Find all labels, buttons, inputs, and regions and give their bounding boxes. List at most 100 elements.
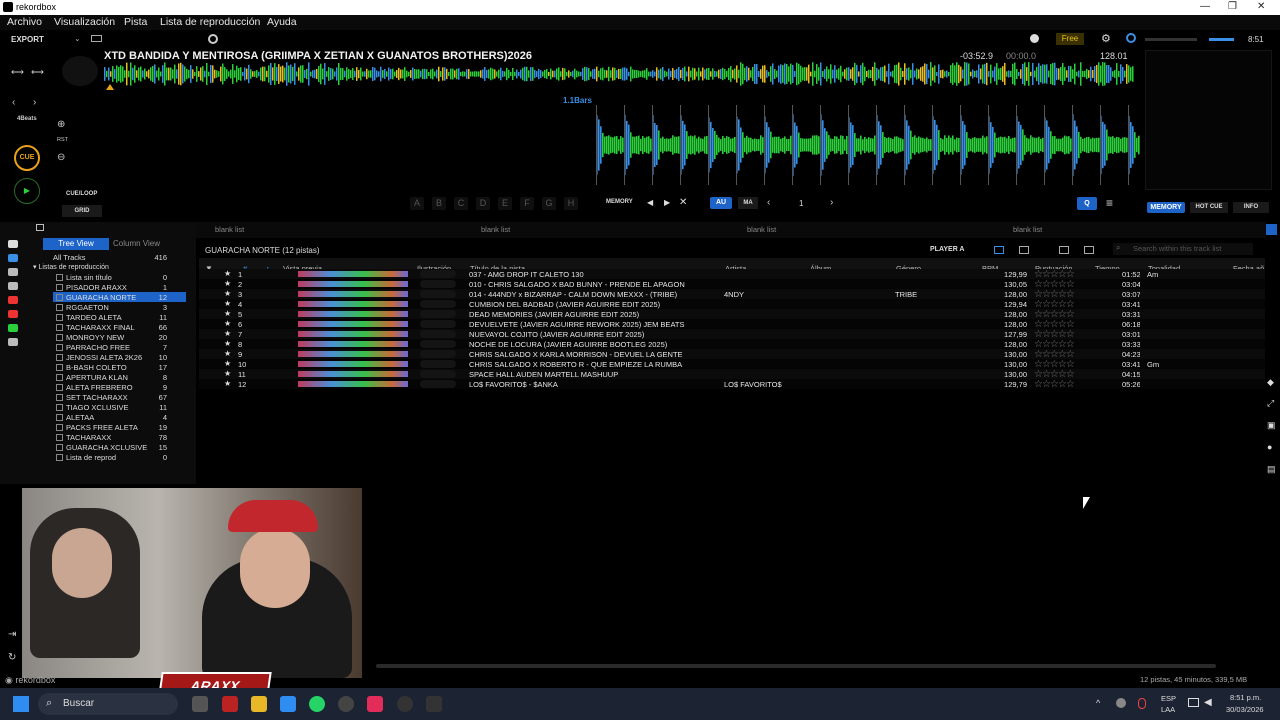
rekordbox-taskbar-icon[interactable] <box>222 696 238 712</box>
expand-right-icon[interactable]: ⟷ <box>31 67 44 78</box>
waveform-preview[interactable] <box>298 271 408 277</box>
playlist-item[interactable]: B-BASH COLETO <box>66 363 127 372</box>
grid-button[interactable]: GRID <box>62 205 102 217</box>
export-icon[interactable]: ⇥ <box>8 629 16 640</box>
overview-waveform[interactable] <box>104 60 1134 88</box>
tab-blank-list-2[interactable]: blank list <box>481 225 510 234</box>
network-icon[interactable] <box>1188 698 1199 707</box>
hot-cue-pad-d[interactable]: D <box>476 197 490 210</box>
star-icon[interactable]: ★ <box>224 279 231 288</box>
rating-stars[interactable]: ☆☆☆☆☆ <box>1034 329 1075 339</box>
rating-stars[interactable]: ☆☆☆☆☆ <box>1034 369 1075 379</box>
waveform-preview[interactable] <box>298 321 408 327</box>
folder-icon[interactable]: ▣ <box>1267 420 1276 431</box>
playlist-item[interactable]: GUARACHA NORTE <box>66 293 136 302</box>
playlist-item[interactable]: TACHARAXX FINAL <box>66 323 135 332</box>
column-view-tab[interactable]: Column View <box>113 238 175 250</box>
rating-stars[interactable]: ☆☆☆☆☆ <box>1034 279 1075 289</box>
quantize-icon[interactable]: Q <box>1077 197 1097 210</box>
gear-icon[interactable]: ⚙ <box>1101 32 1111 45</box>
playlist-item[interactable]: GUARACHA XCLUSIVE <box>66 443 147 452</box>
zoomed-waveform[interactable] <box>596 105 1140 185</box>
refresh-icon[interactable]: ↻ <box>8 652 16 663</box>
page-next-icon[interactable]: › <box>830 197 833 208</box>
tray-app-icon[interactable] <box>1116 698 1126 708</box>
language-indicator[interactable]: ESP <box>1161 694 1176 703</box>
microphone-icon[interactable] <box>1138 698 1146 709</box>
playlist-item[interactable]: PACKS FREE ALETA <box>66 423 138 432</box>
memory-delete-icon[interactable]: ✕ <box>679 197 687 208</box>
tiktok-icon[interactable] <box>367 696 383 712</box>
star-icon[interactable]: ★ <box>224 319 231 328</box>
star-icon[interactable]: ★ <box>224 289 231 298</box>
record-icon[interactable] <box>208 34 218 44</box>
subpanel-icon[interactable]: ▤ <box>1267 464 1276 475</box>
tree-toggle-icon[interactable] <box>36 224 44 231</box>
playlist-icon[interactable] <box>8 254 18 262</box>
cue-loop-button[interactable]: CUE/LOOP <box>66 191 97 197</box>
star-icon[interactable]: ★ <box>224 309 231 318</box>
waveform-preview[interactable] <box>298 381 408 387</box>
playlist-item[interactable]: MONROYY NEW <box>66 333 124 342</box>
hot-cue-pad-b[interactable]: B <box>432 197 446 210</box>
waveform-preview[interactable] <box>298 351 408 357</box>
close-icon[interactable]: ✕ <box>1257 1 1265 12</box>
info-tab[interactable]: INFO <box>1233 202 1269 213</box>
taskbar-app-icon[interactable] <box>192 696 208 712</box>
star-icon[interactable]: ★ <box>224 369 231 378</box>
link-icon[interactable]: ⤢ <box>1267 398 1274 409</box>
playlist-item[interactable]: Lista de reprod <box>66 453 116 462</box>
playlist-item[interactable]: PARRACHO FREE <box>66 343 130 352</box>
page-prev-icon[interactable]: ‹ <box>767 197 770 208</box>
rating-stars[interactable]: ☆☆☆☆☆ <box>1034 309 1075 319</box>
taskbar-search-input[interactable]: ⌕ Buscar <box>38 693 178 715</box>
windows-start-icon[interactable] <box>13 696 29 712</box>
chevron-down-icon[interactable]: ⌄ <box>74 34 81 43</box>
zoom-out-icon[interactable]: ⊖ <box>57 152 65 163</box>
memory-prev-icon[interactable]: ◀ <box>647 198 653 207</box>
memory-next-icon[interactable]: ▶ <box>664 198 670 207</box>
tree-view-tab[interactable]: Tree View <box>43 238 109 250</box>
playlist-item[interactable]: RGGAETON <box>66 303 109 312</box>
device-icon[interactable] <box>8 324 18 332</box>
play-button[interactable]: ▶ <box>14 178 40 204</box>
whatsapp-icon[interactable] <box>309 696 325 712</box>
hot-cue-pad-f[interactable]: F <box>520 197 534 210</box>
volume-icon[interactable]: ◀ <box>1204 697 1212 708</box>
file-explorer-icon[interactable] <box>251 696 267 712</box>
beat-forward-icon[interactable]: › <box>33 97 36 108</box>
rating-stars[interactable]: ☆☆☆☆☆ <box>1034 289 1075 299</box>
menu-ayuda[interactable]: Ayuda <box>267 16 297 28</box>
tab-blank-list-3[interactable]: blank list <box>747 225 776 234</box>
menu-lista[interactable]: Lista de reproducción <box>160 16 260 28</box>
collection-icon[interactable] <box>8 240 18 248</box>
waveform-preview[interactable] <box>298 301 408 307</box>
explorer-icon[interactable] <box>8 268 18 276</box>
waveform-preview[interactable] <box>298 371 408 377</box>
star-icon[interactable]: ★ <box>224 339 231 348</box>
playlist-item[interactable]: Lista sin título <box>66 273 112 282</box>
waveform-preview[interactable] <box>298 291 408 297</box>
playlist-item[interactable]: TIAGO XCLUSIVE <box>66 403 129 412</box>
history-icon[interactable] <box>8 282 18 290</box>
star-icon[interactable]: ★ <box>224 299 231 308</box>
memory-tab[interactable]: MEMORY <box>1147 202 1185 213</box>
playlist-item[interactable]: ALETA FREBRERO <box>66 383 133 392</box>
menu-archivo[interactable]: Archivo <box>7 16 42 28</box>
sync-icon[interactable] <box>1126 33 1136 43</box>
star-icon[interactable]: ★ <box>224 379 231 388</box>
waveform-preview[interactable] <box>298 281 408 287</box>
playlist-item[interactable]: SET TACHARAXX <box>66 393 128 402</box>
star-icon[interactable]: ★ <box>224 269 231 278</box>
detail-view-icon[interactable] <box>1019 246 1029 254</box>
zoom-in-icon[interactable]: ⊕ <box>57 119 65 130</box>
beat-jump-value[interactable]: 4Beats <box>17 116 37 122</box>
playlist-item[interactable]: TACHARAXX <box>66 433 111 442</box>
star-icon[interactable]: ★ <box>224 359 231 368</box>
hot-cue-pad-h[interactable]: H <box>564 197 578 210</box>
sync-manager-icon[interactable] <box>8 338 18 346</box>
menu-icon[interactable]: ≡ <box>1106 196 1113 210</box>
auto-button[interactable]: AU <box>710 197 732 209</box>
minimize-icon[interactable]: — <box>1200 1 1210 12</box>
tab-blank-list-1[interactable]: blank list <box>215 225 244 234</box>
